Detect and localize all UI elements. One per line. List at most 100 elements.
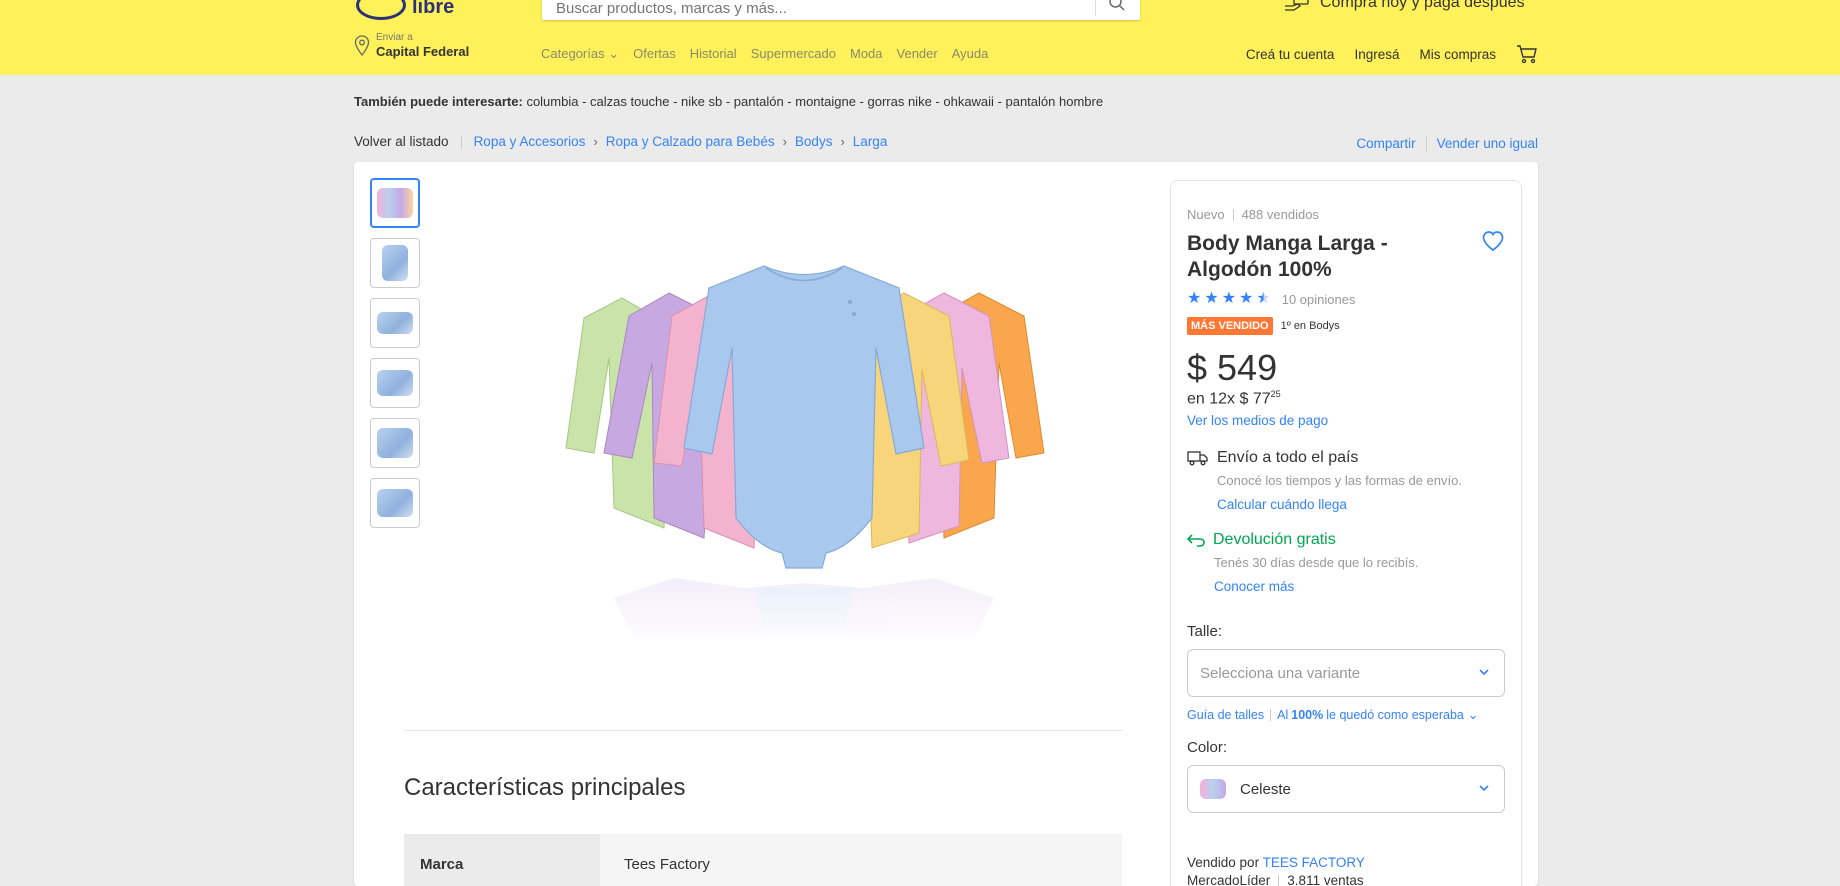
leader-separator — [1278, 874, 1280, 886]
size-select[interactable]: Selecciona una variante — [1187, 649, 1505, 697]
chevron-down-icon: ⌄ — [1467, 708, 1479, 722]
sold-count: 488 vendidos — [1241, 207, 1319, 222]
nav-moda[interactable]: Moda — [850, 46, 883, 62]
back-to-list-link[interactable]: Volver al listado — [354, 134, 449, 149]
price-symbol: $ — [1187, 347, 1208, 388]
thumbnail[interactable] — [370, 298, 420, 348]
color-swatch — [1200, 779, 1226, 799]
chevron-right-icon: › — [782, 134, 787, 149]
account-nav: Creá tu cuenta Ingresá Mis compras — [1246, 44, 1538, 64]
calculate-delivery-link[interactable]: Calcular cuándo llega — [1217, 497, 1462, 512]
size-fit-link[interactable]: Al 100% le quedó como esperaba — [1277, 708, 1464, 722]
buy-box: Nuevo 488 vendidos Body Manga Larga - Al… — [1170, 180, 1522, 886]
size-guide-link[interactable]: Guía de talles — [1187, 708, 1264, 722]
installments: en 12x $ 7725 — [1187, 389, 1281, 408]
nav-historial[interactable]: Historial — [690, 46, 737, 62]
nav-ofertas[interactable]: Ofertas — [633, 46, 676, 62]
chevron-down-icon — [1479, 785, 1489, 792]
price-value: 549 — [1217, 347, 1278, 388]
mercadolibre-logo-icon[interactable] — [356, 0, 406, 20]
size-fit-post: le quedó como esperaba — [1326, 707, 1464, 722]
color-select-value: Celeste — [1240, 780, 1291, 798]
nav-supermercado[interactable]: Supermercado — [751, 46, 836, 62]
shipping-title: Envío a todo el país — [1217, 449, 1359, 466]
condition-line: Nuevo 488 vendidos — [1187, 207, 1319, 222]
also-interest-links[interactable]: columbia - calzas touche - nike sb - pan… — [526, 94, 1103, 109]
search-divider — [1095, 0, 1096, 16]
thumbnail[interactable] — [370, 238, 420, 288]
rating[interactable]: ★ ★ ★ ★ ★ 10 opiniones — [1187, 291, 1355, 307]
header: libre Compra hoy y pagá después Enviar a… — [0, 0, 1840, 75]
installments-cents: 25 — [1270, 389, 1281, 399]
sold-by-label: Vendido por — [1187, 855, 1260, 870]
payment-methods-link[interactable]: Ver los medios de pago — [1187, 413, 1328, 428]
size-select-value: Selecciona una variante — [1200, 664, 1361, 682]
thumbnail-image — [377, 188, 413, 218]
also-interest: También puede interesarte: columbia - ca… — [354, 94, 1103, 109]
my-purchases-link[interactable]: Mis compras — [1419, 47, 1496, 62]
product-main-image[interactable] — [504, 198, 1104, 658]
search-icon[interactable] — [1108, 0, 1126, 12]
thumbnail-image — [377, 312, 413, 334]
search-bar[interactable] — [542, 0, 1140, 20]
chevron-right-icon: › — [840, 134, 845, 149]
leader-label: MercadoLíder — [1187, 873, 1271, 886]
star-icon: ★ — [1204, 290, 1219, 307]
location-selector[interactable]: Enviar a Capital Federal — [354, 32, 469, 59]
size-fit-pre: Al — [1277, 707, 1289, 722]
thumbnail[interactable] — [370, 418, 420, 468]
seller-reputation: MercadoLíder 3.811 ventas — [1187, 873, 1364, 886]
nav-ayuda[interactable]: Ayuda — [952, 46, 989, 62]
heart-icon[interactable] — [1481, 229, 1505, 253]
login-link[interactable]: Ingresá — [1354, 47, 1399, 62]
seller-sales: 3.811 ventas — [1287, 873, 1364, 886]
promo-banner[interactable]: Compra hoy y pagá después — [1284, 0, 1525, 12]
seller-link[interactable]: TEES FACTORY — [1263, 855, 1365, 870]
breadcrumb-item[interactable]: Ropa y Calzado para Bebés — [606, 134, 775, 149]
thumbnail-image — [377, 428, 413, 458]
size-label: Talle: — [1187, 623, 1223, 640]
promo-text: Compra hoy y pagá después — [1320, 0, 1525, 11]
return-more-link[interactable]: Conocer más — [1214, 579, 1419, 594]
best-seller-rank[interactable]: 1º en Bodys — [1281, 320, 1340, 332]
location-value: Capital Federal — [376, 44, 470, 59]
thumbnail[interactable] — [370, 478, 420, 528]
best-seller-row: MÁS VENDIDO 1º en Bodys — [1187, 317, 1340, 335]
hand-card-icon — [1285, 0, 1309, 11]
truck-icon — [1187, 451, 1208, 466]
share-link[interactable]: Compartir — [1356, 136, 1415, 151]
return-arrow-icon — [1187, 534, 1205, 547]
condition-separator — [1232, 208, 1234, 221]
breadcrumb-item[interactable]: Ropa y Accesorios — [474, 134, 586, 149]
nav-vender[interactable]: Vender — [897, 46, 938, 62]
thumbnail-image — [382, 245, 408, 281]
main-nav: Categorías ⌄ Ofertas Historial Supermerc… — [541, 46, 988, 62]
cart-icon[interactable] — [1516, 44, 1538, 64]
star-icon: ★ — [1221, 290, 1237, 307]
create-account-link[interactable]: Creá tu cuenta — [1246, 47, 1335, 62]
share-separator — [1425, 136, 1427, 151]
condition: Nuevo — [1187, 207, 1225, 222]
best-seller-badge: MÁS VENDIDO — [1187, 317, 1273, 335]
share-actions: Compartir Vender uno igual — [1356, 136, 1538, 151]
spec-value: Tees Factory — [600, 834, 1122, 886]
thumbnail-image — [377, 370, 413, 396]
shipping-subtitle: Conocé los tiempos y las formas de envío… — [1217, 473, 1462, 488]
sell-same-link[interactable]: Vender uno igual — [1437, 136, 1538, 151]
product-card: Características principales Marca Tees F… — [354, 162, 1538, 886]
color-label: Color: — [1187, 739, 1228, 756]
spec-key: Marca — [404, 834, 600, 886]
star-icon: ★ — [1187, 290, 1202, 307]
location-label: Enviar a — [376, 32, 413, 43]
thumbnail[interactable] — [370, 178, 420, 228]
size-help-separator — [1270, 708, 1272, 721]
nav-categorias[interactable]: Categorías ⌄ — [541, 46, 619, 62]
logo-text[interactable]: libre — [412, 0, 454, 19]
color-select[interactable]: Celeste — [1187, 765, 1505, 813]
breadcrumb-item[interactable]: Bodys — [795, 134, 833, 149]
thumbnail-gallery — [370, 178, 420, 528]
breadcrumb-item[interactable]: Larga — [853, 134, 888, 149]
return-subtitle: Tenés 30 días desde que lo recibís. — [1214, 555, 1419, 570]
search-input[interactable] — [556, 0, 1076, 17]
thumbnail[interactable] — [370, 358, 420, 408]
